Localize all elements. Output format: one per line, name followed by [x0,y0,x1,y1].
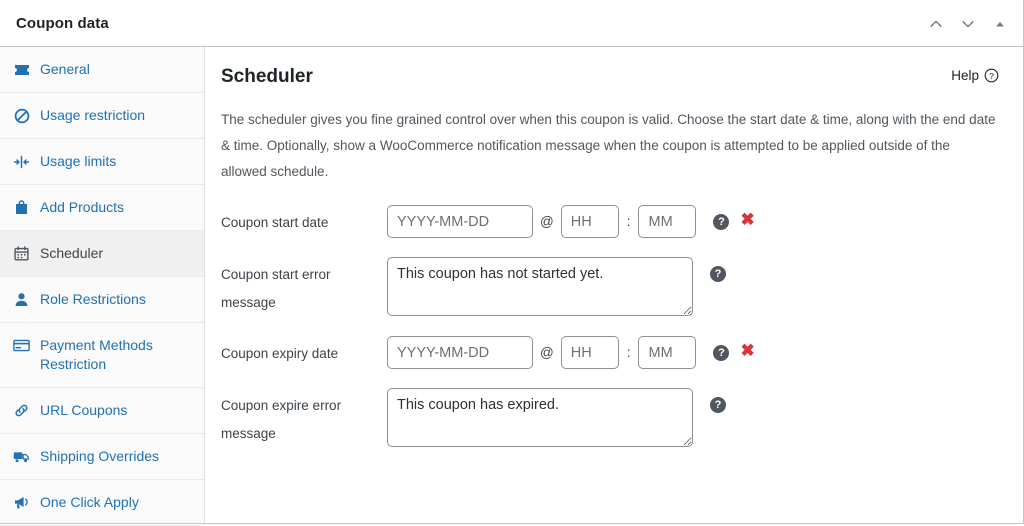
scheduler-panel: Scheduler Help ? The scheduler gives you… [205,47,1023,523]
sidebar-item-general[interactable]: General [0,47,204,93]
panel-title: Coupon data [0,15,109,32]
sidebar-item-role-restrictions[interactable]: Role Restrictions [0,277,204,323]
move-down-button[interactable] [953,9,983,39]
panel-body: General Usage restriction [0,47,1023,523]
coupon-data-tabs: General Usage restriction [0,47,205,523]
help-link[interactable]: Help ? [951,68,999,83]
coupon-expiry-date-input[interactable] [387,336,533,369]
coupon-expiry-minute-input[interactable] [638,336,696,369]
sidebar-item-label: One Click Apply [40,493,194,512]
coupon-start-date-help-tip[interactable]: ? [713,214,729,230]
coupon-start-date-field-group: @ : ? ✖ [387,205,755,238]
sidebar-item-label: Scheduler [40,244,194,263]
coupon-start-minute-input[interactable] [638,205,696,238]
coupon-data-screen: Coupon data [0,0,1024,526]
panel-header-actions [921,0,1015,47]
chevron-down-icon [960,16,976,32]
sidebar-item-url-coupons[interactable]: URL Coupons [0,388,204,434]
coupon-expire-error-message-textarea[interactable] [387,388,693,447]
triangle-up-icon [993,17,1007,31]
coupon-expiry-date-label: Coupon expiry date [221,336,387,367]
coupon-expiry-date-help-tip[interactable]: ? [713,345,729,361]
sidebar-item-label: Usage limits [40,152,194,171]
sidebar-item-label: General [40,60,194,79]
coupon-expire-error-field-group: ? [387,388,726,447]
coupon-expiry-date-clear-button[interactable]: ✖ [740,342,754,359]
sidebar-item-usage-restriction[interactable]: Usage restriction [0,93,204,139]
form-row-coupon-expire-error-message: Coupon expire error message ? [221,388,999,448]
coupon-data-panel: Coupon data [0,0,1024,524]
help-link-label: Help [951,68,979,83]
question-circle-icon: ? [984,68,999,83]
sidebar-item-label: Shipping Overrides [40,447,194,466]
scheduler-form: Coupon start date @ : ? ✖ C [221,205,999,448]
form-row-coupon-start-date: Coupon start date @ : ? ✖ [221,205,999,238]
sidebar-item-label: Usage restriction [40,106,194,125]
svg-text:?: ? [989,71,994,81]
toggle-panel-button[interactable] [985,9,1015,39]
time-separator: : [619,205,639,238]
move-up-button[interactable] [921,9,951,39]
coupon-start-hour-input[interactable] [561,205,619,238]
coupon-start-date-clear-button[interactable]: ✖ [740,211,754,228]
coupon-start-error-field-group: ? [387,257,726,316]
coupon-expire-error-message-label: Coupon expire error message [221,388,387,448]
sidebar-item-one-click-apply[interactable]: One Click Apply [0,480,204,526]
coupon-start-date-input[interactable] [387,205,533,238]
chevron-up-icon [928,16,944,32]
coupon-expire-error-help-tip[interactable]: ? [710,397,726,413]
sidebar-item-add-products[interactable]: Add Products [0,185,204,231]
sidebar-item-label: Add Products [40,198,194,217]
coupon-start-date-label: Coupon start date [221,205,387,236]
sidebar-item-label: Payment Methods Restriction [40,336,194,374]
sidebar-item-usage-limits[interactable]: Usage limits [0,139,204,185]
coupon-start-error-message-label: Coupon start error message [221,257,387,317]
page-title: Scheduler [221,65,313,89]
time-separator: : [619,336,639,369]
coupon-expiry-hour-input[interactable] [561,336,619,369]
sidebar-item-scheduler[interactable]: Scheduler [0,231,204,277]
form-row-coupon-start-error-message: Coupon start error message ? [221,257,999,317]
form-row-coupon-expiry-date: Coupon expiry date @ : ? ✖ [221,336,999,369]
scheduler-description: The scheduler gives you fine grained con… [221,107,999,185]
sidebar-item-payment-methods-restriction[interactable]: Payment Methods Restriction [0,323,204,388]
scheduler-header: Scheduler Help ? [221,65,999,89]
coupon-start-error-message-textarea[interactable] [387,257,693,316]
sidebar-item-label: Role Restrictions [40,290,194,309]
sidebar-item-shipping-overrides[interactable]: Shipping Overrides [0,434,204,480]
at-symbol: @ [533,336,561,369]
panel-header: Coupon data [0,0,1023,47]
sidebar-item-label: URL Coupons [40,401,194,420]
coupon-expiry-date-field-group: @ : ? ✖ [387,336,755,369]
coupon-start-error-help-tip[interactable]: ? [710,266,726,282]
at-symbol: @ [533,205,561,238]
